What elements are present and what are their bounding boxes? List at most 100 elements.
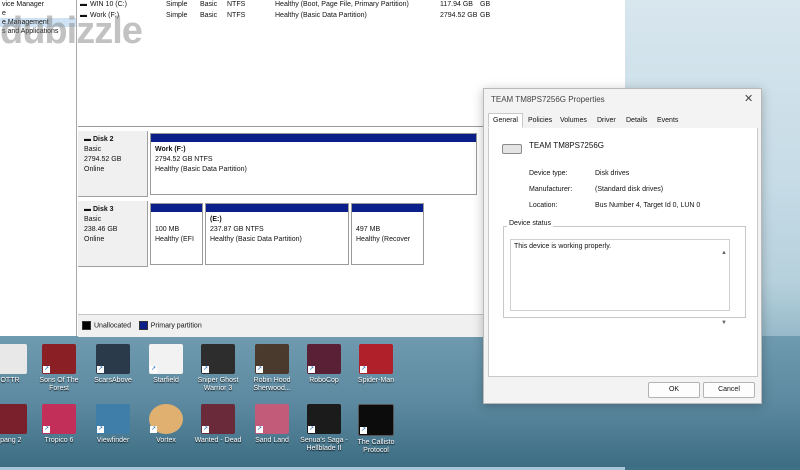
partition[interactable]: (E:) 237.87 GB NTFS Healthy (Basic Data … xyxy=(205,203,349,265)
desktop-icon[interactable]: ↗ Viewfinder xyxy=(87,404,139,445)
scroll-up-icon[interactable]: ▲ xyxy=(721,250,727,256)
desktop-icon[interactable]: ipang 2 xyxy=(0,404,36,445)
game-icon xyxy=(0,344,27,374)
desktop-icon[interactable]: ↗ RoboCop xyxy=(298,344,350,385)
partition-size: 497 MB xyxy=(356,226,381,233)
scroll-down-icon[interactable]: ▼ xyxy=(721,320,727,326)
shortcut-arrow-icon: ↗ xyxy=(43,366,50,373)
desktop-icon-label: ipang 2 xyxy=(0,437,22,444)
game-icon: ↗ xyxy=(201,404,235,434)
desktop-icon[interactable]: ↗ Robin Hood Sherwood... xyxy=(246,344,298,393)
volume-free: GB xyxy=(480,12,491,19)
general-panel: TEAM TM8PS7256G Device type: Disk drives… xyxy=(488,128,758,377)
desktop-icon-label: Vortex xyxy=(156,437,176,444)
legend-unallocated: Unallocated xyxy=(94,322,131,330)
game-icon: ↗ xyxy=(255,404,289,434)
desktop-icon[interactable]: ↗ Starfield xyxy=(140,344,192,385)
game-icon xyxy=(0,404,27,434)
desktop-icon[interactable]: ↗ Sons Of The Forest xyxy=(33,344,85,393)
tab-general[interactable]: General xyxy=(488,113,523,128)
partition[interactable]: Work (F:) 2794.52 GB NTFS Healthy (Basic… xyxy=(150,133,477,195)
desktop-icon-label: RoboCop xyxy=(309,377,339,384)
desktop-icon[interactable]: ↗ Wanted - Dead xyxy=(192,404,244,445)
volume-layout: Simple xyxy=(166,12,188,19)
desktop-icon-label: Senua's Saga - Hellblade II xyxy=(300,437,348,452)
game-icon: ↗ xyxy=(201,344,235,374)
volume-status: Healthy (Boot, Page File, Primary Partit… xyxy=(275,1,409,8)
device-status-message: This device is working properly. xyxy=(514,243,612,250)
desktop-icon-label: Viewfinder xyxy=(96,437,130,444)
disk-name: Disk 3 xyxy=(92,206,114,213)
device-status-text[interactable]: This device is working properly. ▲ ▼ xyxy=(510,239,730,326)
shortcut-arrow-icon: ↗ xyxy=(97,426,104,433)
desktop-icon[interactable]: ↗ Senua's Saga - Hellblade II xyxy=(298,404,350,453)
disk-label[interactable]: ▬ Disk 3 Basic 238.46 GB Online xyxy=(78,201,148,267)
game-icon: ↗ xyxy=(42,404,76,434)
desktop-icon[interactable]: ↗ The Callisto Protocol xyxy=(350,404,402,455)
volume-fs: NTFS xyxy=(227,1,246,8)
desktop-icon[interactable]: ↗ ScarsAbove xyxy=(87,344,139,385)
close-icon[interactable]: ✕ xyxy=(744,92,753,105)
desktop-icon[interactable]: ↗ Sniper Ghost Warrior 3 xyxy=(192,344,244,393)
prop-label: Device type: xyxy=(529,170,568,177)
tab-driver[interactable]: Driver xyxy=(594,115,619,126)
tree-item-device-manager[interactable]: vice Manager xyxy=(0,0,76,9)
disk-icon: ▬ xyxy=(84,136,91,143)
partition-status: Healthy (EFI xyxy=(155,236,194,243)
game-icon: ↗ xyxy=(358,404,394,436)
partition[interactable]: 100 MB Healthy (EFI xyxy=(150,203,203,265)
desktop-icon-label: Robin Hood Sherwood... xyxy=(253,377,291,392)
desktop-icon[interactable]: ↗ Spider-Man xyxy=(350,344,402,385)
partition-bar xyxy=(151,204,202,212)
partition-title: Work (F:) xyxy=(155,146,186,153)
device-status-title: Device status xyxy=(507,220,554,227)
shortcut-arrow-icon: ↗ xyxy=(202,426,209,433)
shortcut-arrow-icon: ↗ xyxy=(308,366,315,373)
watermark-logo: dubizzle xyxy=(0,10,143,52)
volume-free: GB xyxy=(480,1,491,8)
disk-type: Basic xyxy=(84,146,102,153)
tab-policies[interactable]: Policies xyxy=(525,115,555,126)
partition-size: 100 MB xyxy=(155,226,180,233)
game-icon: ↗ xyxy=(96,404,130,434)
partition[interactable]: 497 MB Healthy (Recover xyxy=(351,203,424,265)
desktop-icon[interactable]: ↗ Tropico 6 xyxy=(33,404,85,445)
desktop-icon-label: Sons Of The Forest xyxy=(39,377,79,392)
game-icon: ↗ xyxy=(42,344,76,374)
scrollbar[interactable]: ▲ ▼ xyxy=(720,250,727,326)
partition-status: Healthy (Basic Data Partition) xyxy=(155,166,247,173)
tab-details[interactable]: Details xyxy=(623,115,650,126)
dialog-title: TEAM TM8PS7256G Properties xyxy=(491,95,605,104)
partition-status: Healthy (Recover xyxy=(356,236,411,243)
tab-events[interactable]: Events xyxy=(654,115,681,126)
drive-icon: ▬ xyxy=(80,1,87,8)
desktop-icon-label: Wanted - Dead xyxy=(194,437,242,444)
game-icon: ↗ xyxy=(255,344,289,374)
device-status-group: This device is working properly. ▲ ▼ xyxy=(503,226,746,326)
disk-state: Online xyxy=(84,236,105,243)
disk-state: Online xyxy=(84,166,105,173)
volume-capacity: 117.94 GB xyxy=(440,1,473,8)
partition-size: 2794.52 GB NTFS xyxy=(155,156,213,163)
desktop-icon[interactable]: OTTR xyxy=(0,344,36,385)
volume-type: Basic xyxy=(200,12,218,19)
prop-label: Location: xyxy=(529,202,558,209)
disk-drive-icon xyxy=(502,144,522,154)
game-icon: ↗ xyxy=(96,344,130,374)
disk-label[interactable]: ▬ Disk 2 Basic 2794.52 GB Online xyxy=(78,131,148,197)
desktop-icon-label: Sniper Ghost Warrior 3 xyxy=(197,377,239,392)
primary-swatch xyxy=(138,321,148,330)
shortcut-arrow-icon: ↗ xyxy=(308,426,315,433)
desktop-icon[interactable]: ↗ Vortex xyxy=(140,404,192,445)
volume-fs: NTFS xyxy=(227,12,246,19)
prop-value: Disk drives xyxy=(595,170,630,177)
tab-volumes[interactable]: Volumes xyxy=(557,115,590,126)
partition-bar xyxy=(352,204,423,212)
ok-button[interactable]: OK xyxy=(648,382,700,398)
cancel-button[interactable]: Cancel xyxy=(703,382,755,398)
partition-title: (E:) xyxy=(210,216,222,223)
desktop-icon[interactable]: ↗ Sand Land xyxy=(246,404,298,445)
properties-dialog: TEAM TM8PS7256G Properties ✕ General Pol… xyxy=(483,88,762,404)
desktop-icon-label: Sand Land xyxy=(255,437,289,444)
volume-type: Basic xyxy=(200,1,218,8)
